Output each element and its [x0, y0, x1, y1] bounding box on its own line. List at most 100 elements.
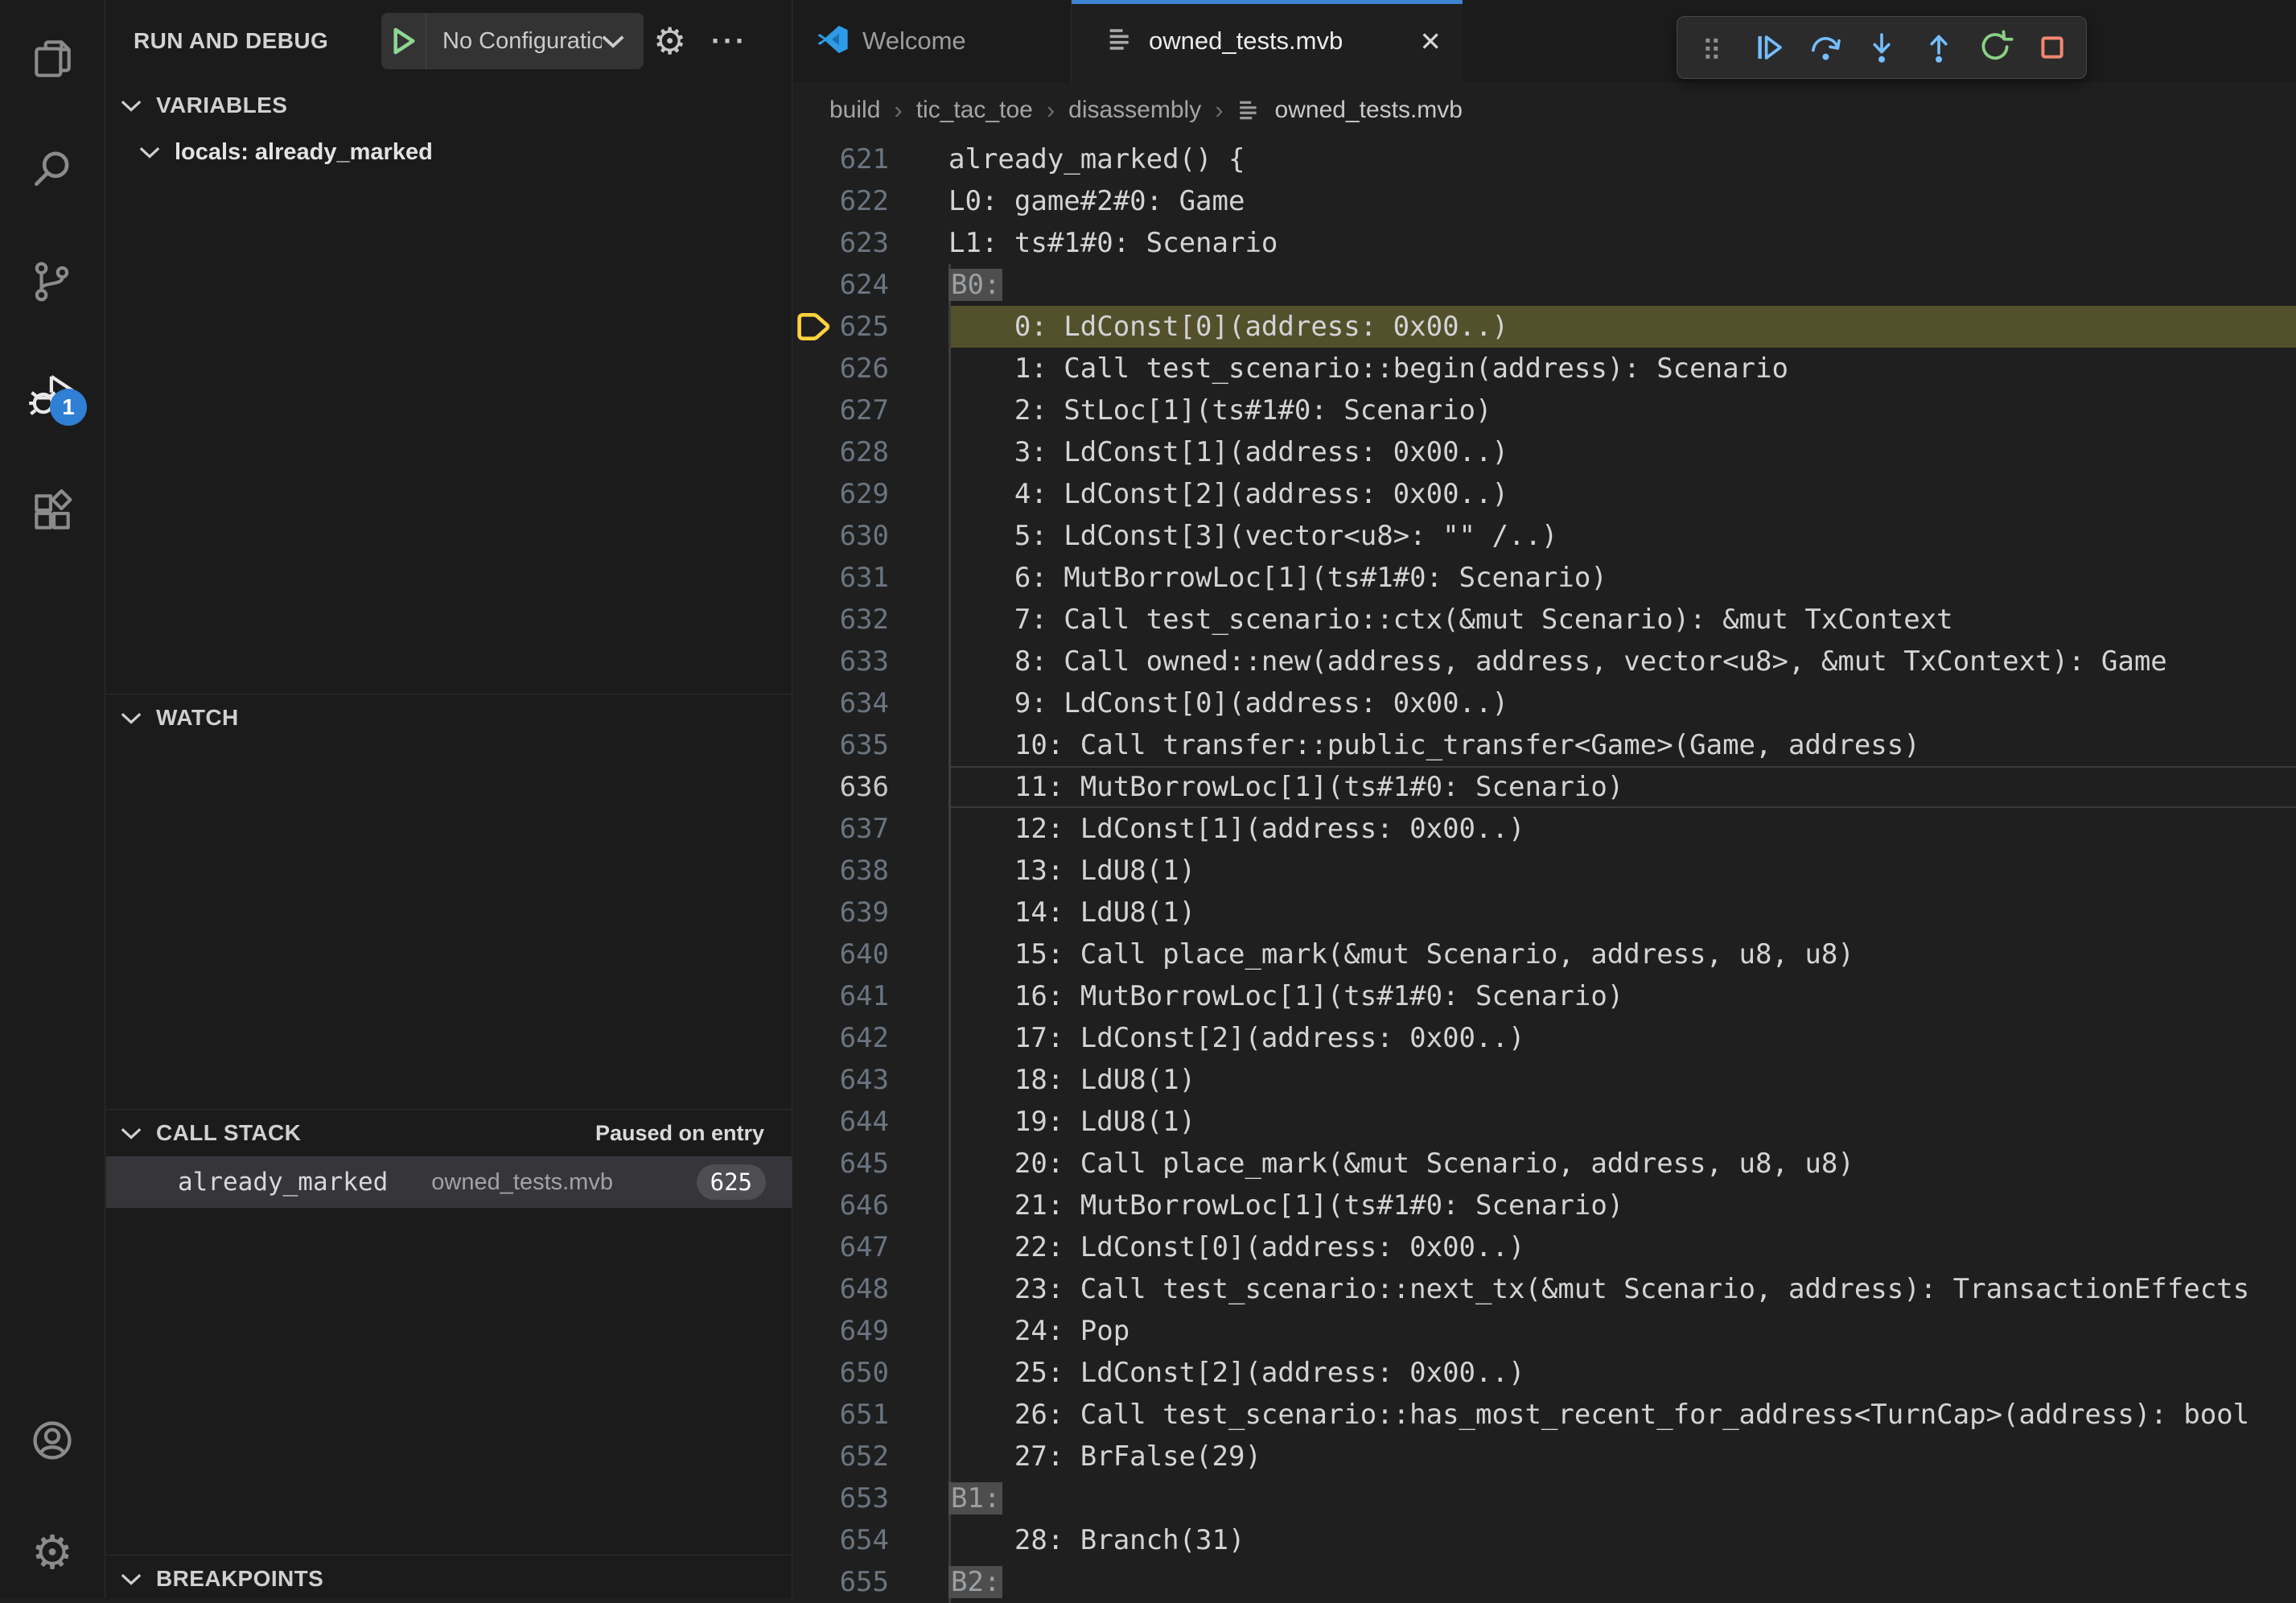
code-line[interactable]: 643 18: LdU8(1) — [793, 1059, 2296, 1101]
breakpoint-gutter[interactable] — [793, 515, 839, 557]
code-line[interactable]: 631 6: MutBorrowLoc[1](ts#1#0: Scenario) — [793, 557, 2296, 599]
breakpoint-gutter[interactable] — [793, 1310, 839, 1352]
code-line[interactable]: 636 11: MutBorrowLoc[1](ts#1#0: Scenario… — [793, 766, 2296, 808]
breakpoint-gutter[interactable] — [793, 682, 839, 724]
breakpoint-gutter[interactable] — [793, 180, 839, 222]
breadcrumb-item[interactable]: disassembly — [1068, 97, 1201, 124]
start-debug-icon[interactable] — [381, 13, 426, 69]
breakpoint-gutter[interactable] — [793, 933, 839, 975]
breakpoint-gutter[interactable] — [793, 1352, 839, 1394]
code-line[interactable]: 645 20: Call place_mark(&mut Scenario, a… — [793, 1143, 2296, 1185]
code-line[interactable]: 633 8: Call owned::new(address, address,… — [793, 641, 2296, 682]
breakpoint-gutter[interactable] — [793, 473, 839, 515]
code-line[interactable]: 629 4: LdConst[2](address: 0x00..) — [793, 473, 2296, 515]
breakpoint-gutter[interactable] — [793, 1101, 839, 1143]
stop-button[interactable] — [2030, 25, 2075, 70]
code-line[interactable]: 627 2: StLoc[1](ts#1#0: Scenario) — [793, 389, 2296, 431]
breakpoint-gutter[interactable] — [793, 1185, 839, 1226]
breadcrumb-item[interactable]: owned_tests.mvb — [1275, 97, 1463, 124]
breakpoint-gutter[interactable] — [793, 850, 839, 892]
breakpoint-gutter[interactable] — [793, 892, 839, 933]
code-line[interactable]: 639 14: LdU8(1) — [793, 892, 2296, 933]
account-icon[interactable] — [0, 1396, 105, 1485]
code-line[interactable]: 621 already_marked() { — [793, 138, 2296, 180]
code-line[interactable]: 622 L0: game#2#0: Game — [793, 180, 2296, 222]
code-line[interactable]: 649 24: Pop — [793, 1310, 2296, 1352]
drag-handle[interactable] — [1689, 25, 1734, 70]
settings-gear-icon[interactable]: ⚙ — [0, 1509, 105, 1597]
search-icon[interactable] — [0, 125, 105, 213]
breakpoint-gutter[interactable] — [793, 1394, 839, 1436]
code-line[interactable]: 634 9: LdConst[0](address: 0x00..) — [793, 682, 2296, 724]
breakpoint-gutter[interactable] — [793, 724, 839, 766]
code-line[interactable]: 654 28: Branch(31) — [793, 1519, 2296, 1561]
tab-owned-tests[interactable]: owned_tests.mvb ✕ — [1072, 0, 1463, 82]
breakpoint-gutter[interactable] — [793, 975, 839, 1017]
breakpoint-gutter[interactable] — [793, 1017, 839, 1059]
breakpoint-gutter[interactable] — [793, 641, 839, 682]
breakpoint-gutter[interactable] — [793, 138, 839, 180]
watch-header[interactable]: WATCH — [106, 694, 792, 741]
source-control-icon[interactable] — [0, 237, 105, 326]
code-line[interactable]: 648 23: Call test_scenario::next_tx(&mut… — [793, 1268, 2296, 1310]
step-into-button[interactable] — [1859, 25, 1904, 70]
breakpoint-gutter[interactable] — [793, 348, 839, 389]
stack-frame-row[interactable]: already_marked owned_tests.mvb 625 — [106, 1156, 792, 1208]
breakpoint-gutter[interactable] — [793, 1059, 839, 1101]
tab-welcome[interactable]: Welcome — [793, 0, 1072, 82]
breakpoint-gutter[interactable] — [793, 1226, 839, 1268]
breadcrumb-item[interactable]: tic_tac_toe — [916, 97, 1033, 124]
breakpoint-gutter[interactable] — [793, 1561, 839, 1603]
code-line[interactable]: 650 25: LdConst[2](address: 0x00..) — [793, 1352, 2296, 1394]
breakpoint-gutter[interactable] — [793, 599, 839, 641]
breakpoint-gutter[interactable] — [793, 389, 839, 431]
breakpoint-gutter[interactable] — [793, 1519, 839, 1561]
code-line[interactable]: 647 22: LdConst[0](address: 0x00..) — [793, 1226, 2296, 1268]
code-line[interactable]: 630 5: LdConst[3](vector<u8>: "" /..) — [793, 515, 2296, 557]
explorer-icon[interactable] — [0, 14, 105, 103]
breakpoint-gutter[interactable] — [793, 264, 839, 306]
continue-button[interactable] — [1746, 25, 1791, 70]
breakpoint-gutter[interactable] — [793, 557, 839, 599]
breakpoint-gutter[interactable] — [793, 222, 839, 264]
code-line[interactable]: 651 26: Call test_scenario::has_most_rec… — [793, 1394, 2296, 1436]
code-line[interactable]: 623 L1: ts#1#0: Scenario — [793, 222, 2296, 264]
code-line[interactable]: 632 7: Call test_scenario::ctx(&mut Scen… — [793, 599, 2296, 641]
code-line[interactable]: 626 1: Call test_scenario::begin(address… — [793, 348, 2296, 389]
code-line[interactable]: 640 15: Call place_mark(&mut Scenario, a… — [793, 933, 2296, 975]
code-line[interactable]: 641 16: MutBorrowLoc[1](ts#1#0: Scenario… — [793, 975, 2296, 1017]
code-line[interactable]: 642 17: LdConst[2](address: 0x00..) — [793, 1017, 2296, 1059]
code-line[interactable]: 638 13: LdU8(1) — [793, 850, 2296, 892]
more-actions-icon[interactable]: ··· — [711, 0, 747, 82]
variables-header[interactable]: VARIABLES — [106, 82, 792, 129]
close-icon[interactable]: ✕ — [1419, 26, 1442, 57]
step-out-button[interactable] — [1916, 25, 1961, 70]
locals-scope-row[interactable]: locals: already_marked — [106, 129, 792, 175]
code-line[interactable]: 635 10: Call transfer::public_transfer<G… — [793, 724, 2296, 766]
code-line[interactable]: 655 B2: — [793, 1561, 2296, 1603]
run-and-debug-icon[interactable]: 1 — [0, 350, 105, 439]
code-line[interactable]: 653 B1: — [793, 1477, 2296, 1519]
breakpoint-gutter[interactable] — [793, 808, 839, 850]
breakpoint-gutter[interactable] — [793, 1143, 839, 1185]
code-line[interactable]: 625 0: LdConst[0](address: 0x00..) — [793, 306, 2296, 348]
breakpoints-header[interactable]: BREAKPOINTS — [106, 1556, 792, 1602]
debug-settings-gear-icon[interactable]: ⚙ — [653, 0, 686, 82]
call-stack-header[interactable]: CALL STACK Paused on entry — [106, 1110, 792, 1156]
code-line[interactable]: 637 12: LdConst[1](address: 0x00..) — [793, 808, 2296, 850]
launch-configuration-dropdown[interactable]: No Configurations — [381, 13, 644, 69]
code-line[interactable]: 652 27: BrFalse(29) — [793, 1436, 2296, 1477]
breakpoint-gutter[interactable] — [793, 306, 839, 348]
breakpoint-gutter[interactable] — [793, 1477, 839, 1519]
breakpoint-gutter[interactable] — [793, 1268, 839, 1310]
code-line[interactable]: 628 3: LdConst[1](address: 0x00..) — [793, 431, 2296, 473]
extensions-icon[interactable] — [0, 467, 105, 555]
step-over-button[interactable] — [1803, 25, 1848, 70]
code-line[interactable]: 624 B0: — [793, 264, 2296, 306]
breadcrumb-item[interactable]: build — [829, 97, 880, 124]
breakpoint-gutter[interactable] — [793, 766, 839, 808]
breakpoint-gutter[interactable] — [793, 431, 839, 473]
restart-button[interactable] — [1973, 25, 2018, 70]
code-line[interactable]: 646 21: MutBorrowLoc[1](ts#1#0: Scenario… — [793, 1185, 2296, 1226]
code-line[interactable]: 644 19: LdU8(1) — [793, 1101, 2296, 1143]
